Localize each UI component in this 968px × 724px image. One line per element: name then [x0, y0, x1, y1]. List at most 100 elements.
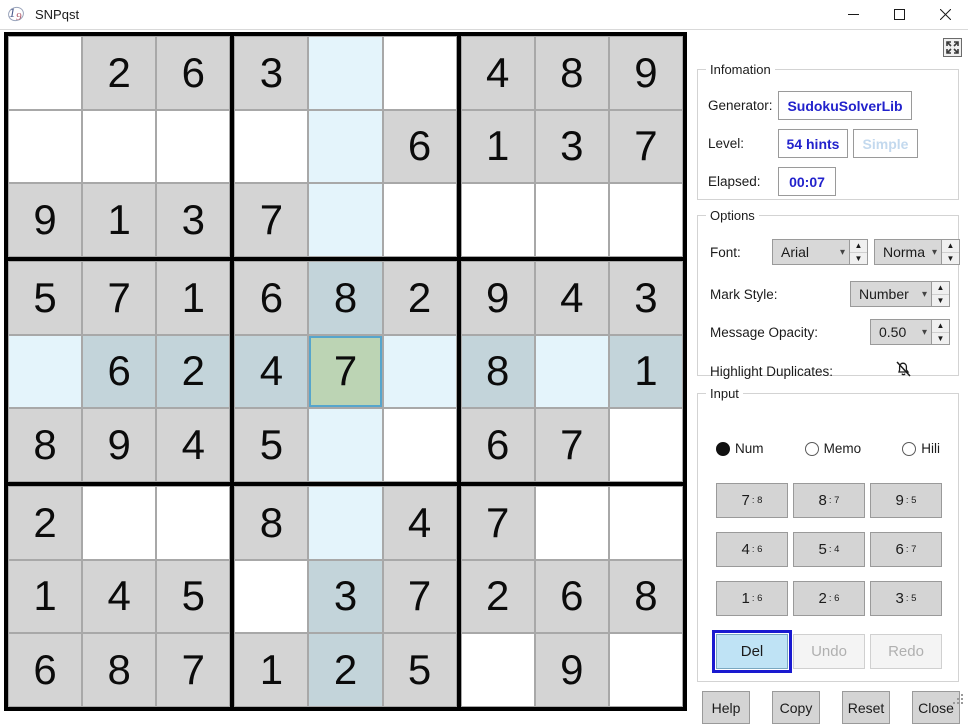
numpad-button-5[interactable]: 5: 4 — [793, 532, 865, 567]
copy-button[interactable]: Copy — [772, 691, 820, 724]
message-opacity-select[interactable]: 0.50 ▾ — [870, 319, 932, 345]
numpad-button-8[interactable]: 8: 7 — [793, 483, 865, 518]
sudoku-cell-r7-c8[interactable] — [535, 487, 608, 559]
maximize-icon[interactable] — [876, 0, 922, 29]
sudoku-cell-r7-c9[interactable] — [609, 487, 682, 559]
sudoku-cell-r1-c3[interactable]: 6 — [157, 37, 230, 109]
mark-style-select[interactable]: Number ▾ — [850, 281, 932, 307]
sudoku-cell-r9-c6[interactable]: 5 — [383, 634, 456, 706]
sudoku-cell-r9-c5[interactable]: 2 — [309, 634, 382, 706]
sudoku-cell-r4-c8[interactable]: 4 — [535, 262, 608, 334]
sudoku-cell-r6-c1[interactable]: 8 — [9, 409, 82, 481]
number-pad[interactable]: 7: 88: 79: 54: 65: 46: 71: 62: 63: 5 — [716, 483, 942, 616]
sudoku-cell-r8-c4[interactable] — [235, 560, 308, 633]
sudoku-cell-r2-c9[interactable]: 7 — [609, 110, 682, 183]
sudoku-cell-r7-c2[interactable] — [83, 487, 156, 559]
sudoku-cell-r3-c9[interactable] — [609, 184, 682, 256]
spinner-down-icon[interactable]: ▼ — [850, 253, 867, 265]
input-mode-memo[interactable]: Memo — [804, 441, 861, 456]
bell-off-icon[interactable] — [895, 359, 912, 383]
spinner-up-icon[interactable]: ▲ — [942, 240, 959, 253]
sudoku-cell-r2-c3[interactable] — [157, 110, 230, 183]
spinner-up-icon[interactable]: ▲ — [932, 320, 949, 333]
sudoku-cell-r8-c5[interactable]: 3 — [309, 560, 382, 633]
sudoku-cell-r7-c4[interactable]: 8 — [235, 487, 308, 559]
font-family-spinner[interactable]: ▲ ▼ — [850, 239, 868, 265]
sudoku-cell-r8-c2[interactable]: 4 — [83, 560, 156, 633]
sudoku-cell-r7-c6[interactable]: 4 — [383, 487, 456, 559]
sudoku-cell-r4-c9[interactable]: 3 — [609, 262, 682, 334]
sudoku-cell-r2-c7[interactable]: 1 — [461, 110, 534, 183]
sudoku-cell-r5-c7[interactable]: 8 — [461, 335, 534, 408]
sudoku-cell-r3-c5[interactable] — [309, 184, 382, 256]
sudoku-cell-r4-c7[interactable]: 9 — [461, 262, 534, 334]
sudoku-cell-r2-c6[interactable]: 6 — [383, 110, 456, 183]
minimize-icon[interactable] — [830, 0, 876, 29]
sudoku-cell-r1-c2[interactable]: 2 — [83, 37, 156, 109]
spinner-up-icon[interactable]: ▲ — [932, 282, 949, 295]
sudoku-cell-r9-c7[interactable] — [461, 634, 534, 706]
sudoku-cell-r7-c5[interactable] — [309, 487, 382, 559]
sudoku-cell-r7-c3[interactable] — [157, 487, 230, 559]
sudoku-cell-r5-c2[interactable]: 6 — [83, 335, 156, 408]
sudoku-cell-r4-c2[interactable]: 7 — [83, 262, 156, 334]
sudoku-cell-r6-c7[interactable]: 6 — [461, 409, 534, 481]
sudoku-cell-r3-c3[interactable]: 3 — [157, 184, 230, 256]
font-style-spinner[interactable]: ▲ ▼ — [942, 239, 960, 265]
numpad-button-4[interactable]: 4: 6 — [716, 532, 788, 567]
sudoku-cell-r1-c9[interactable]: 9 — [609, 37, 682, 109]
mark-style-spinner[interactable]: ▲ ▼ — [932, 281, 950, 307]
sudoku-cell-r3-c6[interactable] — [383, 184, 456, 256]
resize-grip[interactable] — [952, 693, 965, 711]
sudoku-cell-r9-c8[interactable]: 9 — [535, 634, 608, 706]
sudoku-cell-r1-c7[interactable]: 4 — [461, 37, 534, 109]
sudoku-cell-r4-c1[interactable]: 5 — [9, 262, 82, 334]
sudoku-cell-r2-c2[interactable] — [83, 110, 156, 183]
sudoku-cell-r9-c2[interactable]: 8 — [83, 634, 156, 706]
sudoku-cell-r8-c8[interactable]: 6 — [535, 560, 608, 633]
sudoku-cell-r4-c5[interactable]: 8 — [309, 262, 382, 334]
sudoku-cell-r3-c7[interactable] — [461, 184, 534, 256]
numpad-button-2[interactable]: 2: 6 — [793, 581, 865, 616]
sudoku-cell-r5-c3[interactable]: 2 — [157, 335, 230, 408]
numpad-button-7[interactable]: 7: 8 — [716, 483, 788, 518]
numpad-button-3[interactable]: 3: 5 — [870, 581, 942, 616]
sudoku-board[interactable]: 2691336748913757162894682475943816721456… — [4, 32, 687, 711]
sudoku-cell-r8-c7[interactable]: 2 — [461, 560, 534, 633]
numpad-button-6[interactable]: 6: 7 — [870, 532, 942, 567]
sudoku-cell-r2-c5[interactable] — [309, 110, 382, 183]
sudoku-cell-r9-c1[interactable]: 6 — [9, 634, 82, 706]
sudoku-cell-r6-c4[interactable]: 5 — [235, 409, 308, 481]
sudoku-cell-r9-c9[interactable] — [609, 634, 682, 706]
sudoku-cell-r4-c6[interactable]: 2 — [383, 262, 456, 334]
sudoku-cell-r2-c1[interactable] — [9, 110, 82, 183]
spinner-up-icon[interactable]: ▲ — [850, 240, 867, 253]
sudoku-cell-r3-c4[interactable]: 7 — [235, 184, 308, 256]
help-button[interactable]: Help — [702, 691, 750, 724]
sudoku-cell-r1-c4[interactable]: 3 — [235, 37, 308, 109]
sudoku-cell-r6-c8[interactable]: 7 — [535, 409, 608, 481]
spinner-down-icon[interactable]: ▼ — [932, 333, 949, 345]
sudoku-cell-r5-c6[interactable] — [383, 335, 456, 408]
numpad-button-9[interactable]: 9: 5 — [870, 483, 942, 518]
collapse-arrows-icon[interactable] — [943, 38, 962, 57]
sudoku-cell-r2-c8[interactable]: 3 — [535, 110, 608, 183]
del-button[interactable]: Del — [712, 630, 792, 673]
sudoku-cell-r6-c3[interactable]: 4 — [157, 409, 230, 481]
sudoku-cell-r9-c4[interactable]: 1 — [235, 634, 308, 706]
sudoku-cell-r7-c1[interactable]: 2 — [9, 487, 82, 559]
message-opacity-spinner[interactable]: ▲ ▼ — [932, 319, 950, 345]
input-mode-num[interactable]: Num — [716, 441, 764, 456]
font-family-select[interactable]: Arial ▾ — [772, 239, 850, 265]
close-icon[interactable] — [922, 0, 968, 29]
sudoku-cell-r8-c9[interactable]: 8 — [609, 560, 682, 633]
spinner-down-icon[interactable]: ▼ — [942, 253, 959, 265]
sudoku-cell-r3-c2[interactable]: 1 — [83, 184, 156, 256]
sudoku-cell-r5-c9[interactable]: 1 — [609, 335, 682, 408]
sudoku-cell-r1-c5[interactable] — [309, 37, 382, 109]
sudoku-cell-r6-c6[interactable] — [383, 409, 456, 481]
sudoku-cell-r4-c3[interactable]: 1 — [157, 262, 230, 334]
sudoku-cell-r5-c4[interactable]: 4 — [235, 335, 308, 408]
sudoku-cell-r6-c9[interactable] — [609, 409, 682, 481]
font-style-select[interactable]: Norma ▾ — [874, 239, 942, 265]
